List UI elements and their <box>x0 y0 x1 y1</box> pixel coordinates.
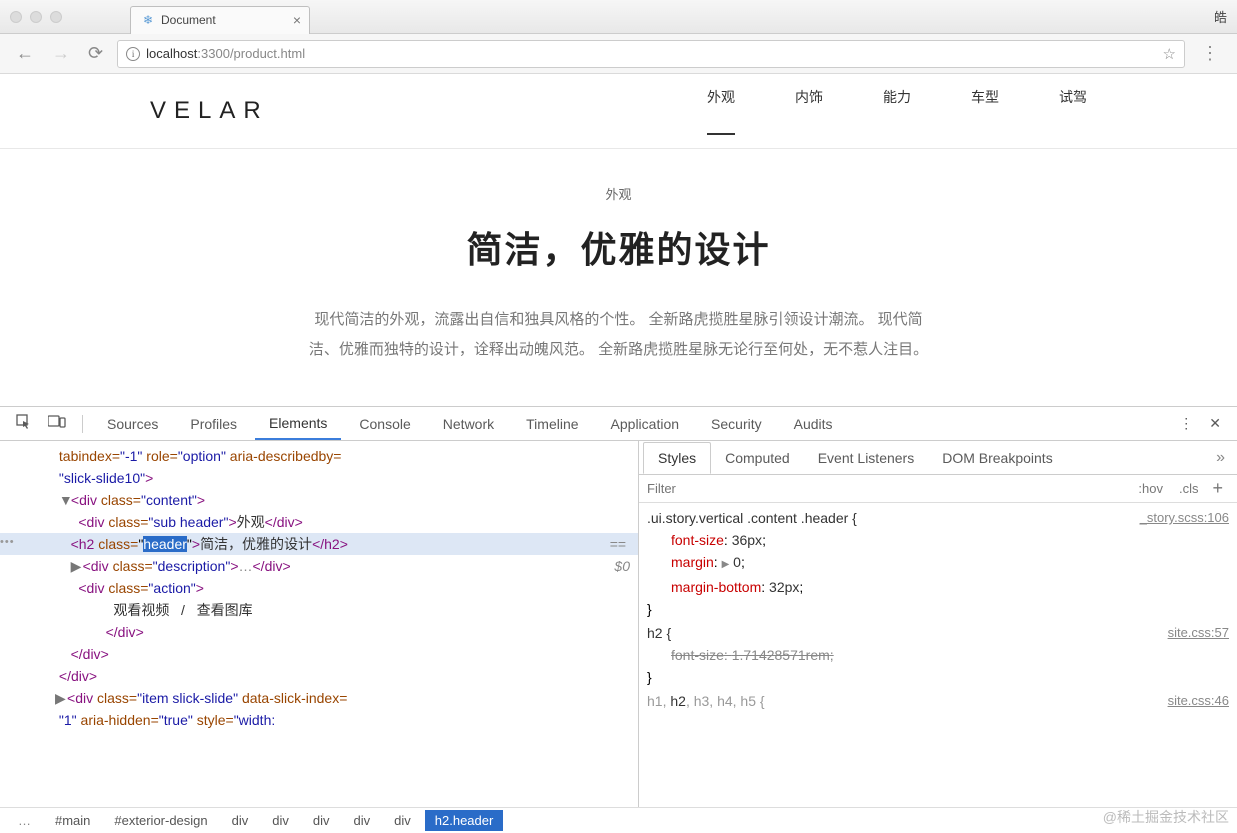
url-host: localhost <box>146 46 197 61</box>
crumb-main[interactable]: #main <box>45 810 100 831</box>
styles-tab-styles[interactable]: Styles <box>643 442 711 474</box>
tab-title: Document <box>161 13 216 27</box>
hov-toggle[interactable]: :hov <box>1130 481 1171 496</box>
new-rule-icon[interactable]: + <box>1206 478 1229 499</box>
url-path: :3300/product.html <box>197 46 305 61</box>
crumb-div[interactable]: div <box>222 810 259 831</box>
styles-tabbar: Styles Computed Event Listeners DOM Brea… <box>639 441 1237 475</box>
styles-tab-listeners[interactable]: Event Listeners <box>804 443 929 473</box>
rule-source-link[interactable]: site.css:57 <box>1168 622 1229 644</box>
browser-menu-icon[interactable]: ⋮ <box>1195 43 1225 64</box>
breadcrumb-overflow-icon[interactable]: … <box>8 810 41 831</box>
cls-toggle[interactable]: .cls <box>1171 481 1207 496</box>
styles-tab-computed[interactable]: Computed <box>711 443 804 473</box>
crumb-exterior[interactable]: #exterior-design <box>104 810 217 831</box>
tab-console[interactable]: Console <box>345 409 424 439</box>
section-heading: 简洁，优雅的设计 <box>0 221 1237 273</box>
address-bar[interactable]: i localhost:3300/product.html ☆ <box>117 40 1185 68</box>
nav-link-models[interactable]: 车型 <box>971 87 999 135</box>
crumb-div[interactable]: div <box>344 810 381 831</box>
devtools-menu-icon[interactable]: ⋮ <box>1173 415 1199 432</box>
devtools-panel: Sources Profiles Elements Console Networ… <box>0 406 1237 833</box>
nav-link-exterior[interactable]: 外观 <box>707 87 735 135</box>
nav-link-capability[interactable]: 能力 <box>883 87 911 135</box>
section-sub-header: 外观 <box>0 184 1237 203</box>
bookmark-icon[interactable]: ☆ <box>1163 45 1176 63</box>
tab-audits[interactable]: Audits <box>780 409 847 439</box>
profile-label: 皓 <box>1214 7 1227 26</box>
reload-button[interactable]: ⟳ <box>84 43 107 64</box>
rule-source-link[interactable]: site.css:46 <box>1168 690 1229 712</box>
tab-network[interactable]: Network <box>429 409 508 439</box>
devtools-close-icon[interactable]: ✕ <box>1203 415 1227 432</box>
section-description: 现代简洁的外观，流露出自信和独具风格的个性。 全新路虎揽胜星脉引领设计潮流。 现… <box>309 305 929 365</box>
favicon-icon: ❄ <box>141 13 155 27</box>
device-toggle-icon[interactable] <box>42 415 72 432</box>
gutter-dots-icon: ••• <box>0 531 15 553</box>
nav-link-interior[interactable]: 内饰 <box>795 87 823 135</box>
back-button[interactable]: ← <box>12 43 38 64</box>
window-titlebar: ❄ Document × 皓 <box>0 0 1237 34</box>
nav-link-testdrive[interactable]: 试驾 <box>1059 87 1087 135</box>
crumb-h2-header[interactable]: h2.header <box>425 810 504 831</box>
elements-tree[interactable]: ••• tabindex="-1" role="option" aria-des… <box>0 441 638 807</box>
tab-close-icon[interactable]: × <box>293 12 301 28</box>
tab-timeline[interactable]: Timeline <box>512 409 592 439</box>
maximize-window-icon[interactable] <box>50 11 62 23</box>
styles-filter-input[interactable] <box>647 481 1130 496</box>
inspect-icon[interactable] <box>10 414 38 433</box>
forward-button[interactable]: → <box>48 43 74 64</box>
rule-source-link[interactable]: _story.scss:106 <box>1140 507 1229 529</box>
styles-panel: Styles Computed Event Listeners DOM Brea… <box>638 441 1237 807</box>
site-info-icon[interactable]: i <box>126 47 140 61</box>
styles-filter-row: :hov .cls + <box>639 475 1237 503</box>
crumb-div[interactable]: div <box>303 810 340 831</box>
browser-toolbar: ← → ⟳ i localhost:3300/product.html ☆ ⋮ <box>0 34 1237 74</box>
tab-profiles[interactable]: Profiles <box>176 409 251 439</box>
traffic-lights <box>10 11 62 23</box>
crumb-div[interactable]: div <box>384 810 421 831</box>
site-header: VELAR 外观 内饰 能力 车型 试驾 <box>0 74 1237 149</box>
crumb-div[interactable]: div <box>262 810 299 831</box>
tab-security[interactable]: Security <box>697 409 776 439</box>
site-logo[interactable]: VELAR <box>150 97 269 125</box>
minimize-window-icon[interactable] <box>30 11 42 23</box>
styles-more-icon[interactable]: » <box>1208 449 1233 467</box>
devtools-tabbar: Sources Profiles Elements Console Networ… <box>0 407 1237 441</box>
site-nav: 外观 内饰 能力 车型 试驾 <box>707 87 1087 135</box>
browser-tab[interactable]: ❄ Document × <box>130 6 310 34</box>
webpage-viewport: VELAR 外观 内饰 能力 车型 试驾 外观 简洁，优雅的设计 现代简洁的外观… <box>0 74 1237 406</box>
page-content: 外观 简洁，优雅的设计 现代简洁的外观，流露出自信和独具风格的个性。 全新路虎揽… <box>0 149 1237 400</box>
tab-sources[interactable]: Sources <box>93 409 172 439</box>
styles-tab-dombreak[interactable]: DOM Breakpoints <box>928 443 1066 473</box>
close-window-icon[interactable] <box>10 11 22 23</box>
css-rules[interactable]: _story.scss:106 .ui.story.vertical .cont… <box>639 503 1237 807</box>
tab-elements[interactable]: Elements <box>255 408 341 440</box>
tab-application[interactable]: Application <box>597 409 694 439</box>
watermark: @稀土掘金技术社区 <box>1103 807 1229 827</box>
elements-breadcrumb: … #main #exterior-design div div div div… <box>0 807 1237 833</box>
